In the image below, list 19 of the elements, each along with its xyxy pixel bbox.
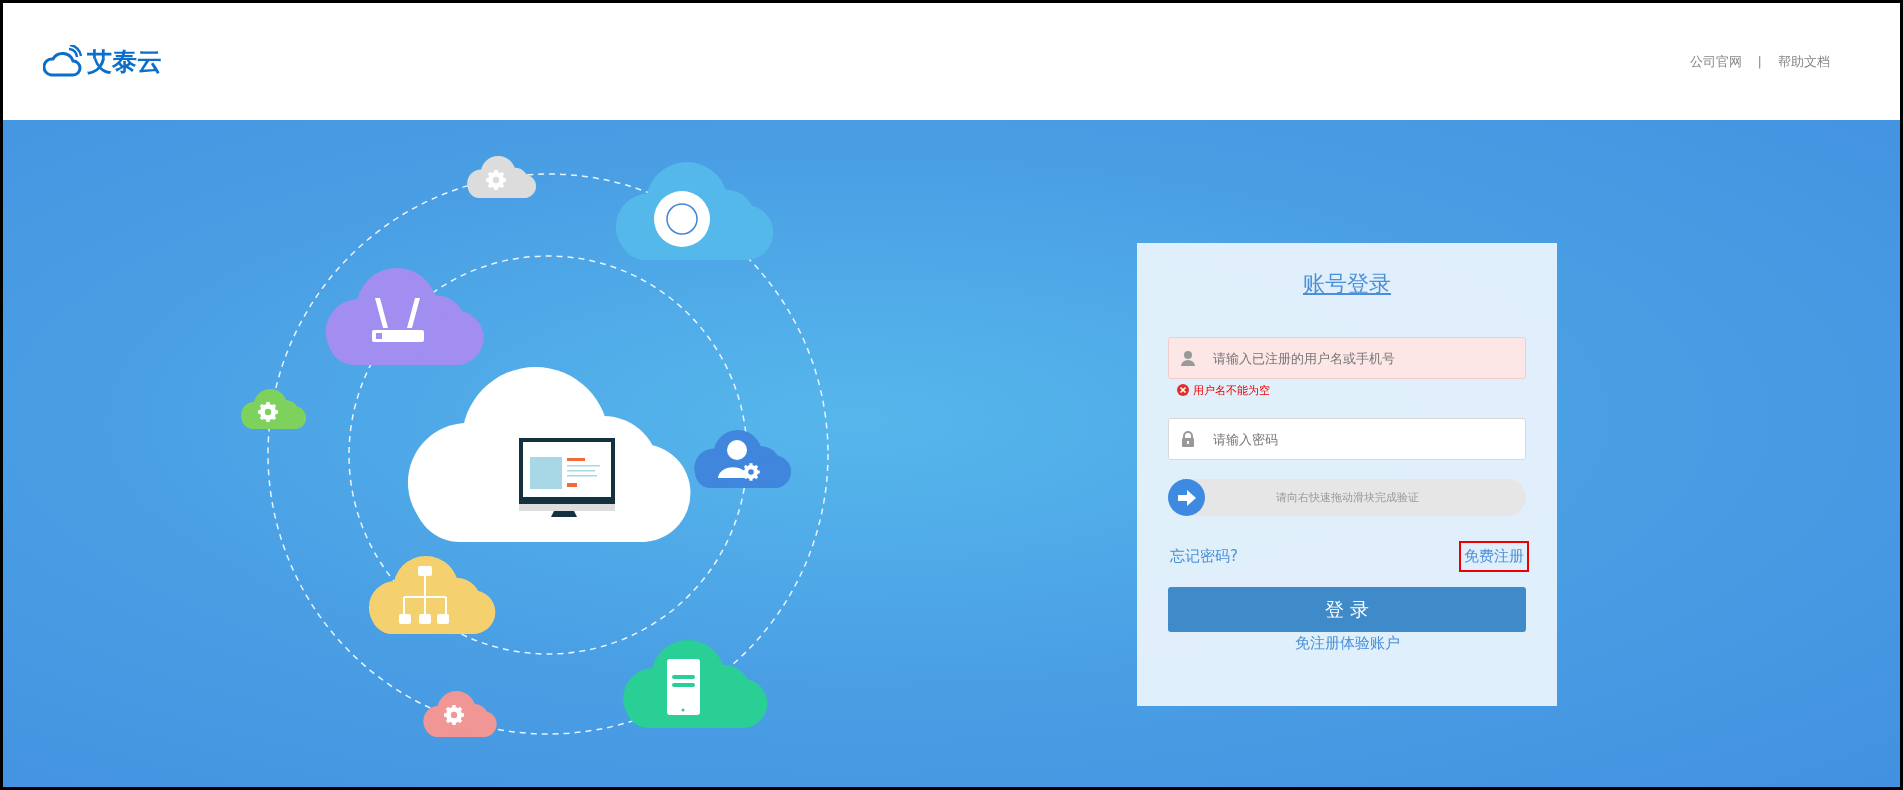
- slider-hint: 请向右快速拖动滑块完成验证: [1275, 490, 1419, 505]
- user-icon: [1180, 350, 1196, 366]
- logo-text: 艾泰云: [87, 46, 162, 78]
- error-message: 用户名不能为空: [1193, 382, 1270, 398]
- arrow-icon: [1177, 489, 1196, 506]
- lock-icon: [1180, 431, 1196, 447]
- password-field[interactable]: 请输入密码: [1168, 418, 1526, 460]
- separator: |: [1757, 54, 1762, 69]
- register-link[interactable]: 免费注册: [1462, 543, 1526, 569]
- slider-handle[interactable]: [1168, 479, 1205, 516]
- header-link[interactable]: 公司官网: [1689, 52, 1742, 71]
- username-field[interactable]: 请输入已注册的用户名或手机号: [1168, 337, 1526, 379]
- trial-account-link[interactable]: 免注册体验账户: [1294, 634, 1400, 653]
- forgot-password-link[interactable]: 忘记密码?: [1168, 543, 1240, 569]
- error-icon: [1177, 384, 1189, 396]
- cloud-logo-icon: [43, 44, 83, 79]
- header-link[interactable]: 帮助文档: [1778, 52, 1830, 71]
- login-button[interactable]: 登 录: [1168, 587, 1526, 632]
- login-title: 账号登录: [1303, 270, 1391, 298]
